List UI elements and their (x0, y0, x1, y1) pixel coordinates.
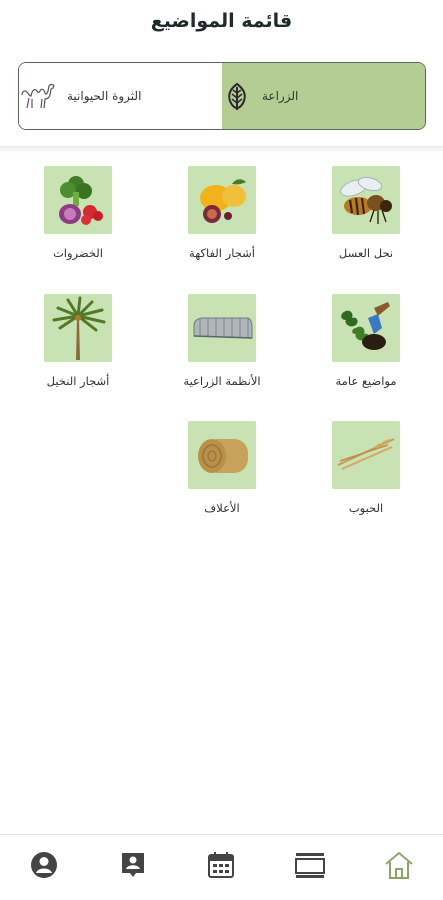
layers-icon (295, 852, 325, 882)
bottom-navigation (0, 834, 443, 900)
topic-label: نحل العسل (338, 246, 394, 260)
calendar-icon (207, 851, 235, 883)
leaf-icon (222, 81, 252, 111)
category-switcher: الزراعة الثروة الحيوانية (18, 62, 426, 130)
vegetables-icon (44, 166, 112, 234)
topic-vegetables[interactable]: الخضروات (23, 166, 133, 260)
topic-palm-trees[interactable]: أشجار النخيل (23, 294, 133, 388)
topic-label: أشجار النخيل (46, 374, 110, 388)
nav-calendar[interactable] (201, 847, 241, 887)
greenhouse-icon (188, 294, 256, 362)
bee-icon (332, 166, 400, 234)
profile-icon (30, 851, 58, 883)
tab-agriculture[interactable]: الزراعة (222, 63, 425, 129)
fruit-icon (188, 166, 256, 234)
topic-label: الخضروات (52, 246, 103, 260)
nav-home[interactable] (379, 847, 419, 887)
topic-general[interactable]: مواضيع عامة (311, 294, 421, 388)
page-title: قائمة المواضيع (150, 10, 293, 32)
topic-fruit-trees[interactable]: أشجار الفاكهة (167, 166, 277, 260)
tab-livestock[interactable]: الثروة الحيوانية (19, 63, 222, 129)
wheat-icon (332, 421, 400, 489)
topic-label: الأنظمة الزراعية (183, 374, 261, 388)
nav-profile[interactable] (24, 847, 64, 887)
nav-layers[interactable] (290, 847, 330, 887)
tab-livestock-label: الثروة الحيوانية (67, 89, 142, 103)
gardening-tools-icon (332, 294, 400, 362)
contact-card-icon (120, 851, 146, 883)
palm-tree-icon (44, 294, 112, 362)
topic-feed[interactable]: الأعلاف (167, 421, 277, 515)
topic-grains[interactable]: الحبوب (311, 421, 421, 515)
header-divider (0, 146, 443, 154)
tab-agriculture-label: الزراعة (262, 89, 299, 103)
topic-label: مواضيع عامة (335, 374, 397, 388)
topic-label: الأعلاف (204, 501, 240, 515)
topic-label: الحبوب (348, 501, 384, 515)
camel-icon (19, 81, 57, 111)
hay-bale-icon (188, 421, 256, 489)
topic-honey-bees[interactable]: نحل العسل (311, 166, 421, 260)
nav-contacts[interactable] (113, 847, 153, 887)
home-icon (383, 850, 415, 884)
topic-label: أشجار الفاكهة (189, 246, 255, 260)
app-header: قائمة المواضيع (0, 0, 443, 40)
topic-farming-systems[interactable]: الأنظمة الزراعية (167, 294, 277, 388)
